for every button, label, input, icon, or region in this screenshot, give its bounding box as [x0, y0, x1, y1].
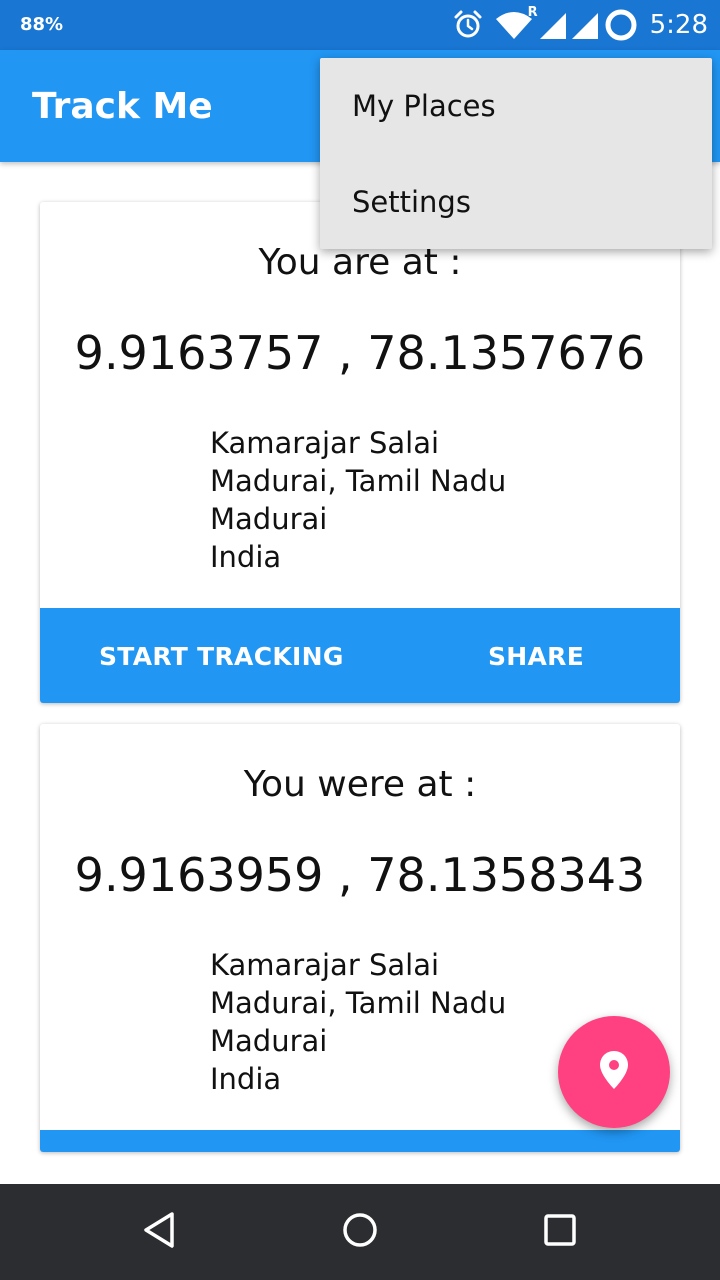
card-action-bar[interactable] — [40, 1130, 680, 1152]
address-line: India — [210, 540, 282, 574]
home-icon — [340, 1210, 380, 1254]
battery-percentage: 88% — [20, 14, 64, 35]
current-address: Kamarajar Salai Madurai, Tamil Nadu Madu… — [210, 424, 506, 576]
current-coordinates: 9.9163757 , 78.1357676 — [74, 326, 646, 380]
address-line: India — [210, 1062, 282, 1096]
back-icon — [140, 1210, 180, 1254]
navigation-bar — [0, 1184, 720, 1280]
recents-button[interactable] — [530, 1202, 590, 1262]
previous-address: Kamarajar Salai Madurai, Tamil Nadu Madu… — [210, 946, 506, 1098]
alarm-icon — [452, 9, 484, 41]
location-pin-icon — [599, 1050, 629, 1094]
menu-item-my-places[interactable]: My Places — [320, 58, 712, 154]
card-action-bar: START TRACKING SHARE — [40, 608, 680, 703]
current-location-card: You are at : 9.9163757 , 78.1357676 Kama… — [40, 202, 680, 703]
status-time: 5:28 — [649, 10, 708, 40]
address-line: Madurai, Tamil Nadu — [210, 986, 507, 1020]
home-button[interactable] — [330, 1202, 390, 1262]
address-line: Madurai, Tamil Nadu — [210, 464, 507, 498]
previous-coordinates: 9.9163959 , 78.1358343 — [74, 848, 646, 902]
address-line: Kamarajar Salai — [210, 426, 440, 460]
overflow-menu: My Places Settings — [320, 58, 712, 249]
back-button[interactable] — [130, 1202, 190, 1262]
address-line: Madurai — [210, 502, 328, 536]
menu-item-settings[interactable]: Settings — [320, 154, 712, 250]
share-button[interactable]: SHARE — [488, 608, 584, 703]
wifi-icon: R — [494, 5, 538, 41]
start-tracking-button[interactable]: START TRACKING — [99, 608, 344, 703]
roaming-indicator: R — [527, 5, 538, 20]
previous-location-heading: You were at : — [243, 764, 477, 805]
address-line: Kamarajar Salai — [210, 948, 440, 982]
app-title: Track Me — [32, 86, 213, 127]
recents-icon — [540, 1210, 580, 1254]
status-bar: 88% R 5:28 — [0, 0, 720, 50]
address-line: Madurai — [210, 1024, 328, 1058]
status-icons: R 5:28 — [452, 5, 708, 42]
signal-icon — [538, 9, 600, 41]
battery-icon — [604, 8, 638, 42]
location-fab[interactable] — [558, 1016, 670, 1128]
